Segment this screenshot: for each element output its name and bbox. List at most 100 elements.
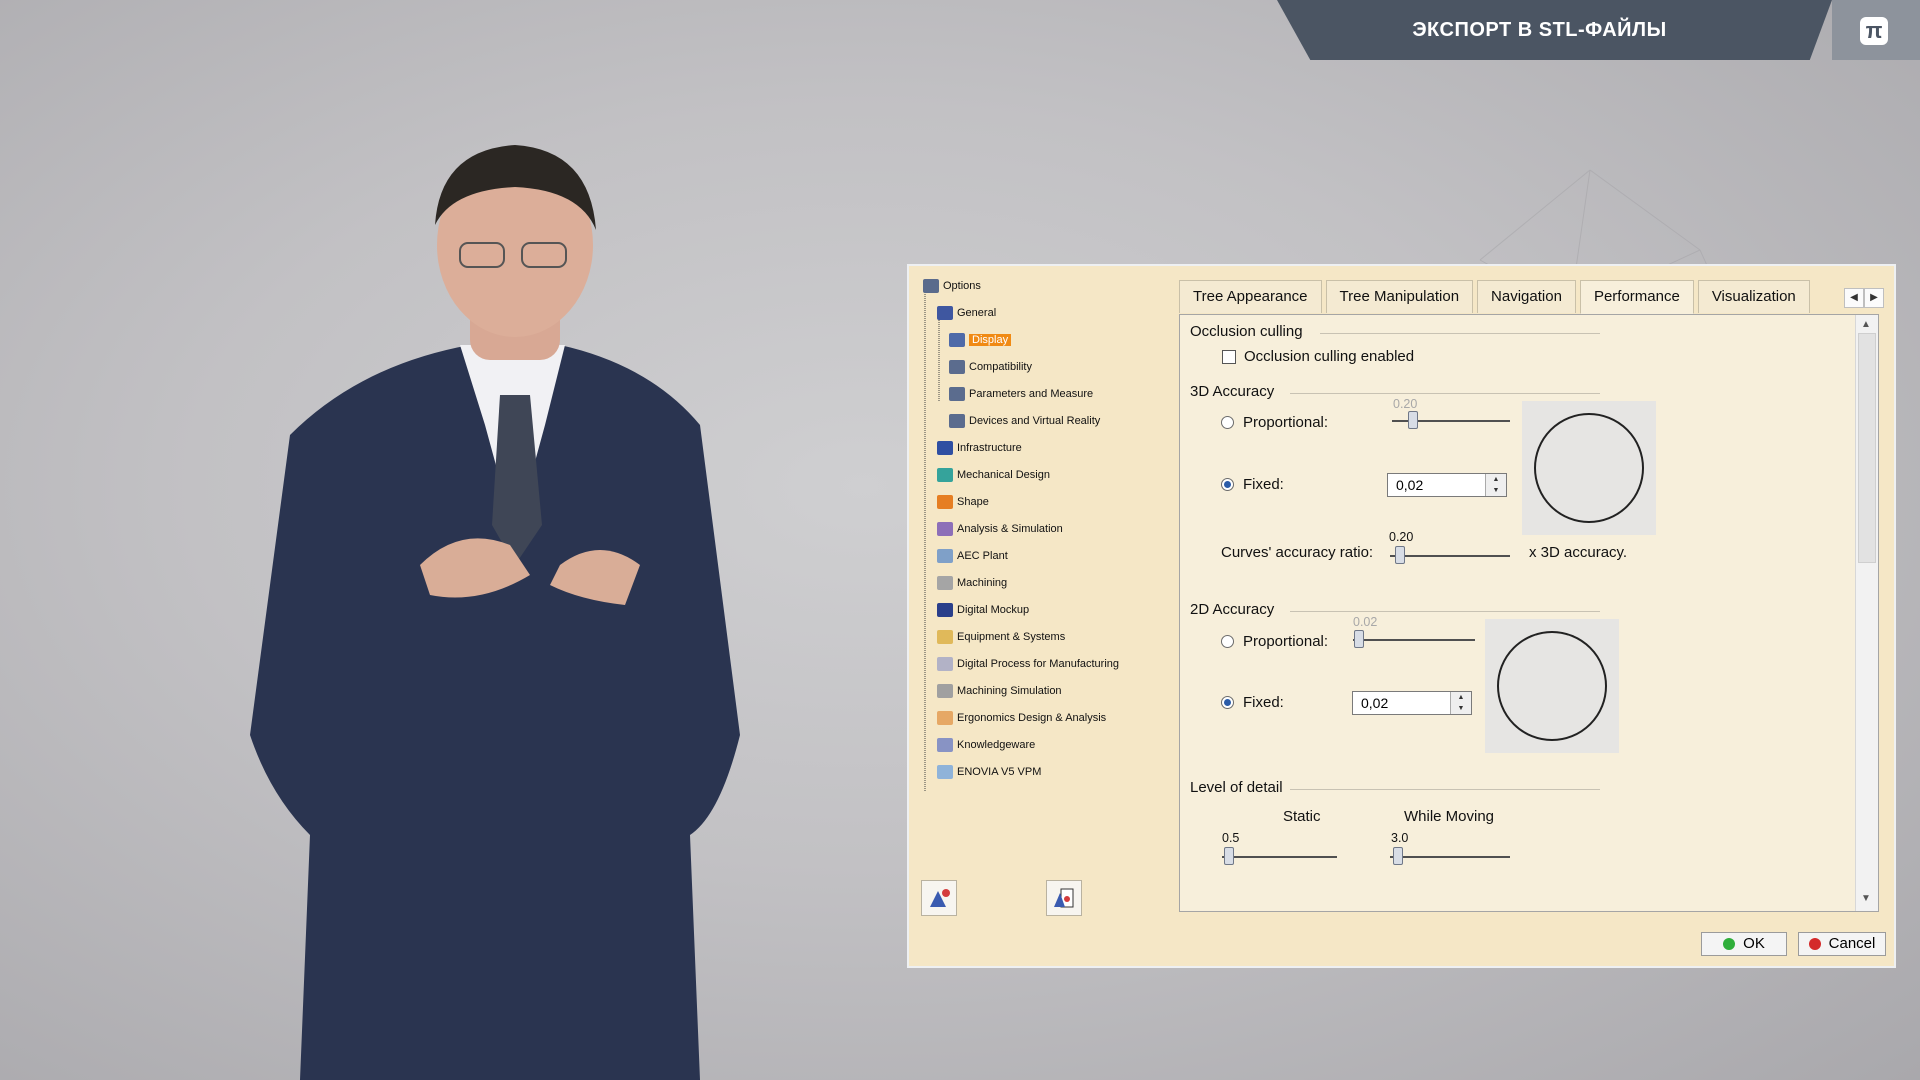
cancel-button[interactable]: Cancel	[1798, 932, 1886, 956]
spin-down-icon[interactable]: ▼	[1451, 703, 1471, 714]
tree-item[interactable]: Analysis & Simulation	[937, 521, 1063, 537]
tree-item[interactable]: Equipment & Systems	[937, 629, 1065, 645]
lod-moving-value: 3.0	[1391, 831, 1409, 845]
scroll-down-icon[interactable]: ▼	[1858, 891, 1874, 907]
tree-item[interactable]: Options	[923, 278, 981, 294]
lod-section-title: Level of detail	[1190, 779, 1283, 796]
tree-item-icon	[937, 549, 953, 563]
tree-item[interactable]: ENOVIA V5 VPM	[937, 764, 1041, 780]
acc2d-fixed-label: Fixed:	[1243, 694, 1284, 711]
tree-item-label: Shape	[957, 496, 989, 508]
tree-item[interactable]: Ergonomics Design & Analysis	[937, 710, 1106, 726]
tree-item-icon	[949, 360, 965, 374]
tree-item-label: Mechanical Design	[957, 469, 1050, 481]
acc2d-proportional-slider[interactable]	[1354, 630, 1364, 648]
tree-item-label: Equipment & Systems	[957, 631, 1066, 643]
acc2d-preview	[1485, 619, 1619, 753]
tree-item-label: ENOVIA V5 VPM	[957, 766, 1042, 778]
options-tree: Options General Display Compatibility Parame…	[919, 278, 1169, 798]
tree-item[interactable]: Digital Mockup	[937, 602, 1029, 618]
tree-item[interactable]: Devices and Virtual Reality	[949, 413, 1100, 429]
acc3d-fixed-label: Fixed:	[1243, 476, 1284, 493]
lod-moving-slider[interactable]	[1393, 847, 1403, 865]
occlusion-checkbox[interactable]	[1222, 350, 1236, 364]
tree-item-label: Devices and Virtual Reality	[969, 415, 1101, 427]
tree-item-label: Digital Mockup	[957, 604, 1030, 616]
curves-accuracy-label: Curves' accuracy ratio:	[1221, 544, 1374, 561]
acc2d-preview-circle	[1497, 631, 1607, 741]
tree-item[interactable]: Digital Process for Manufacturing	[937, 656, 1119, 672]
tree-item[interactable]: AEC Plant	[937, 548, 1008, 564]
tab-tree-manipulation[interactable]: Tree Manipulation	[1325, 280, 1474, 313]
tab-scroll-right-icon[interactable]: ▶	[1864, 288, 1884, 308]
dump-parameters-button[interactable]	[1046, 880, 1082, 916]
tree-item[interactable]: General	[937, 305, 996, 321]
brand-logo-icon: π	[1860, 17, 1888, 45]
acc3d-proportional-label: Proportional:	[1243, 414, 1329, 431]
acc3d-proportional-slider[interactable]	[1408, 411, 1418, 429]
tree-item-label: General	[957, 307, 997, 319]
tree-item-icon	[937, 738, 953, 752]
ok-button[interactable]: OK	[1701, 932, 1787, 956]
acc2d-proportional-value: 0.02	[1353, 615, 1378, 629]
tree-item[interactable]: Machining	[937, 575, 1007, 591]
tree-item-label: AEC Plant	[957, 550, 1008, 562]
reset-button[interactable]	[921, 880, 957, 916]
tree-item[interactable]: Infrastructure	[937, 440, 1022, 456]
spin-up-icon[interactable]: ▲	[1451, 692, 1471, 703]
tab-visualization[interactable]: Visualization	[1697, 280, 1810, 313]
lod-static-slider[interactable]	[1224, 847, 1234, 865]
acc3d-fixed-radio[interactable]	[1221, 478, 1234, 491]
tab-navigation[interactable]: Navigation	[1477, 280, 1576, 313]
cancel-button-label: Cancel	[1828, 935, 1876, 952]
tree-item-icon	[937, 684, 953, 698]
acc3d-preview-circle	[1534, 413, 1644, 523]
tree-item[interactable]: Display	[949, 332, 1012, 348]
tree-item[interactable]: Parameters and Measure	[949, 386, 1093, 402]
scrollbar-thumb[interactable]	[1858, 333, 1876, 563]
acc2d-fixed-spinner[interactable]: ▲ ▼	[1450, 692, 1471, 714]
tree-item-icon	[937, 441, 953, 455]
scroll-up-icon[interactable]: ▲	[1858, 317, 1874, 333]
tree-item-label: Infrastructure	[957, 442, 1022, 454]
tree-item[interactable]: Compatibility	[949, 359, 1032, 375]
tree-item-label: Options	[943, 280, 981, 292]
acc2d-proportional-radio[interactable]	[1221, 635, 1234, 648]
tree-item-icon	[937, 657, 953, 671]
tab-scroll-left-icon[interactable]: ◀	[1844, 288, 1864, 308]
lod-static-label: Static	[1283, 808, 1321, 825]
performance-tab-content: Occlusion culling Occlusion culling enab…	[1179, 314, 1879, 912]
acc2d-fixed-radio[interactable]	[1221, 696, 1234, 709]
tab-tree-appearance[interactable]: Tree Appearance	[1179, 280, 1322, 313]
tree-item-label: Parameters and Measure	[969, 388, 1094, 400]
tree-item-icon	[937, 306, 953, 320]
acc3d-fixed-input[interactable]: 0,02 ▲ ▼	[1387, 473, 1507, 497]
tree-item-icon	[937, 495, 953, 509]
tree-item-icon	[949, 387, 965, 401]
tree-item[interactable]: Knowledgeware	[937, 737, 1035, 753]
acc3d-section-title: 3D Accuracy	[1190, 383, 1275, 400]
section-divider	[1320, 333, 1600, 334]
options-scrollbar[interactable]: ▲ ▼	[1855, 315, 1878, 911]
tree-item-icon	[937, 522, 953, 536]
spin-down-icon[interactable]: ▼	[1486, 485, 1506, 496]
tree-item-icon	[937, 576, 953, 590]
curves-accuracy-slider[interactable]	[1395, 546, 1405, 564]
tree-item[interactable]: Shape	[937, 494, 989, 510]
tab-performance[interactable]: Performance	[1579, 280, 1694, 314]
acc3d-proportional-radio[interactable]	[1221, 416, 1234, 429]
tree-item-icon	[949, 414, 965, 428]
tree-item-icon	[923, 279, 939, 293]
tree-item-label: Digital Process for Manufacturing	[957, 658, 1120, 670]
tree-item-label: Analysis & Simulation	[957, 523, 1063, 535]
acc3d-fixed-spinner[interactable]: ▲ ▼	[1485, 474, 1506, 496]
tree-item[interactable]: Mechanical Design	[937, 467, 1050, 483]
acc2d-proportional-label: Proportional:	[1243, 633, 1329, 650]
acc2d-fixed-input[interactable]: 0,02 ▲ ▼	[1352, 691, 1472, 715]
lod-static-slider-track	[1222, 856, 1337, 858]
section-divider	[1290, 393, 1600, 394]
section-divider	[1290, 611, 1600, 612]
dump-parameters-icon	[1054, 888, 1074, 908]
spin-up-icon[interactable]: ▲	[1486, 474, 1506, 485]
tree-item[interactable]: Machining Simulation	[937, 683, 1062, 699]
